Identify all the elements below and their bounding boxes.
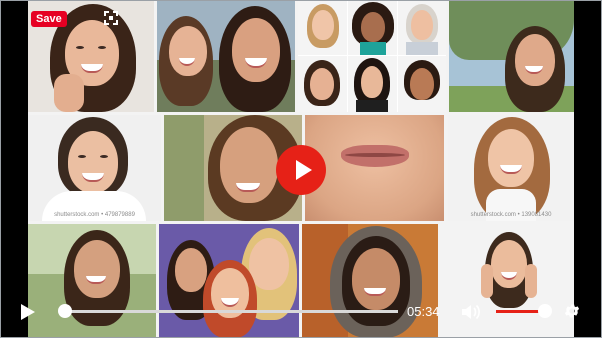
thumbnail-woman-white-top: shutterstock.com • 479879889 bbox=[28, 115, 161, 221]
volume-icon bbox=[462, 304, 480, 320]
expand-icon[interactable] bbox=[104, 11, 118, 25]
thumbnail-woman-park bbox=[449, 0, 574, 112]
gear-icon bbox=[564, 304, 580, 318]
save-button[interactable]: Save bbox=[31, 11, 67, 27]
stock-caption: shutterstock.com • 139081430 bbox=[470, 212, 552, 218]
thumbnail-woman-long-hair: shutterstock.com • 139081430 bbox=[448, 115, 574, 221]
player-controls: 05:34 bbox=[0, 293, 602, 329]
center-play-button[interactable] bbox=[276, 145, 326, 195]
seek-handle[interactable] bbox=[58, 304, 72, 318]
thumbnail-two-women-smiling bbox=[157, 0, 295, 112]
play-icon bbox=[296, 160, 312, 180]
settings-button[interactable] bbox=[563, 302, 581, 320]
time-display: 05:34 bbox=[407, 304, 440, 319]
volume-slider[interactable] bbox=[496, 310, 544, 313]
stock-caption: shutterstock.com • 479879889 bbox=[54, 212, 135, 218]
play-icon bbox=[21, 304, 35, 320]
volume-handle[interactable] bbox=[538, 304, 552, 318]
thumbnail-headshot-grid bbox=[298, 0, 446, 112]
play-button[interactable] bbox=[16, 301, 38, 323]
video-player[interactable]: shutterstock.com • 479879889 shutterstoc… bbox=[0, 0, 602, 338]
volume-button[interactable] bbox=[459, 301, 481, 323]
seek-bar[interactable] bbox=[60, 310, 398, 313]
